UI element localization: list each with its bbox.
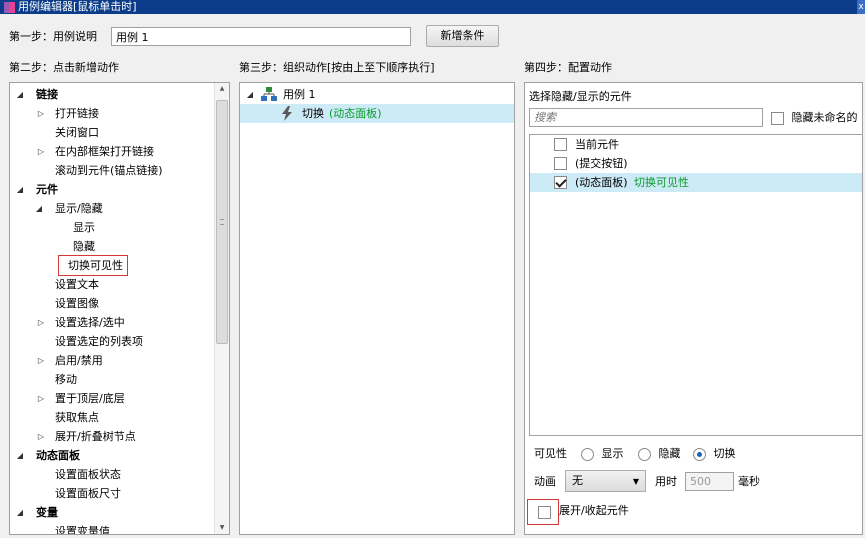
widget-checkbox[interactable] — [554, 157, 567, 170]
collapsed-arrow-icon[interactable]: ▷ — [36, 142, 46, 161]
lightning-icon — [282, 106, 292, 121]
radio-show-row[interactable]: 显示 — [581, 447, 624, 461]
tree-item-scroll-to-widget[interactable]: 滚动到元件(锚点链接) — [55, 161, 163, 180]
expand-collapse-label: 展开/收起元件 — [559, 504, 629, 517]
expanded-arrow-icon[interactable]: ◢ — [15, 180, 25, 199]
animation-value: 无 — [572, 474, 583, 487]
tree-item-set-text[interactable]: 设置文本 — [55, 275, 99, 294]
scroll-up-arrow-icon[interactable]: ▲ — [215, 83, 229, 95]
step3-heading: 第三步：组织动作[按由上至下顺序执行] — [239, 61, 435, 74]
tree-item-focus[interactable]: 获取焦点 — [55, 408, 99, 427]
step1-label: 第一步：用例说明 — [9, 30, 97, 43]
widget-checkbox[interactable] — [554, 138, 567, 151]
case-description-input[interactable] — [111, 27, 411, 46]
collapsed-arrow-icon[interactable]: ▷ — [36, 104, 46, 123]
widget-label: (动态面板) — [575, 176, 628, 189]
tree-item-move[interactable]: 移动 — [55, 370, 77, 389]
radio-toggle[interactable] — [693, 447, 706, 461]
animation-label: 动画 — [534, 475, 556, 488]
collapsed-arrow-icon[interactable]: ▷ — [36, 313, 46, 332]
window-title: 用例编辑器[鼠标单击时] — [18, 0, 137, 13]
collapsed-arrow-icon[interactable]: ▷ — [36, 427, 46, 446]
hide-unnamed-checkbox[interactable] — [771, 111, 784, 125]
animation-select[interactable]: 无 ▼ — [565, 470, 646, 492]
step4-heading: 第四步：配置动作 — [524, 61, 612, 74]
title-bar: 用例编辑器[鼠标单击时] x — [0, 0, 865, 14]
tree-item-toggle-visibility[interactable]: 切换可见性 — [58, 255, 128, 276]
duration-label: 用时 — [655, 475, 677, 488]
radio-hide-label: 隐藏 — [658, 447, 681, 460]
radio-toggle-row[interactable]: 切换 — [693, 447, 736, 461]
tree-item-hide[interactable]: 隐藏 — [73, 237, 95, 256]
select-widgets-label: 选择隐藏/显示的元件 — [529, 90, 632, 103]
tree-item-set-image[interactable]: 设置图像 — [55, 294, 99, 313]
expanded-arrow-icon[interactable]: ◢ — [245, 85, 255, 104]
tree-label: 打开链接 — [55, 107, 99, 120]
case-tree-icon — [261, 87, 277, 101]
action-target: (动态面板) — [329, 107, 382, 120]
step2-heading: 第二步：点击新增动作 — [9, 61, 119, 74]
action-tree-panel: ◢ 链接 ▷ 打开链接 关闭窗口 ▷ 在内部框架打开链接 滚动到元件(锚点链接)… — [9, 82, 230, 535]
widget-list: 当前元件 (提交按钮) (动态面板) 切换可见性 — [529, 134, 863, 436]
expanded-arrow-icon[interactable]: ◢ — [15, 503, 25, 522]
visibility-label: 可见性 — [534, 447, 567, 460]
radio-toggle-label: 切换 — [713, 447, 736, 460]
radio-show-label: 显示 — [601, 447, 624, 460]
tree-item-set-panel-state[interactable]: 设置面板状态 — [55, 465, 121, 484]
tree-label: 启用/禁用 — [55, 354, 103, 367]
hide-unnamed-checkbox-row[interactable]: 隐藏未命名的 — [771, 111, 858, 125]
add-condition-button[interactable]: 新增条件 — [426, 25, 499, 47]
tree-label: 展开/折叠树节点 — [55, 430, 136, 443]
expanded-arrow-icon[interactable]: ◢ — [15, 446, 25, 465]
tree-item-set-panel-size[interactable]: 设置面板尺寸 — [55, 484, 121, 503]
collapsed-arrow-icon[interactable]: ▷ — [36, 351, 46, 370]
app-icon — [4, 2, 15, 13]
widget-label: (提交按钮) — [575, 157, 628, 170]
collapsed-arrow-icon[interactable]: ▷ — [36, 389, 46, 408]
configure-action-panel: 选择隐藏/显示的元件 隐藏未命名的 当前元件 (提交按钮) (动态面板) 切换可… — [524, 82, 863, 535]
radio-hide[interactable] — [638, 447, 651, 461]
widget-action-note: 切换可见性 — [634, 176, 689, 189]
widget-checkbox[interactable] — [554, 176, 567, 189]
hide-unnamed-label: 隐藏未命名的 — [791, 111, 858, 124]
tree-label: 在内部框架打开链接 — [55, 145, 154, 158]
scroll-down-arrow-icon[interactable]: ▼ — [215, 522, 229, 534]
tree-scrollbar[interactable]: ▲ ▼ — [214, 83, 229, 534]
ms-label: 毫秒 — [738, 475, 760, 488]
action-node-toggle[interactable]: 切换 (动态面板) — [240, 104, 514, 123]
widget-row-current[interactable]: 当前元件 — [530, 135, 862, 154]
tree-label: 设置选择/选中 — [55, 316, 125, 329]
expand-collapse-highlight — [527, 499, 559, 525]
case-node[interactable]: ◢ 用例 1 — [240, 85, 514, 104]
tree-label: 变量 — [36, 506, 58, 519]
widget-label: 当前元件 — [575, 138, 619, 151]
radio-hide-row[interactable]: 隐藏 — [638, 447, 681, 461]
duration-input[interactable] — [685, 472, 734, 491]
radio-show[interactable] — [581, 447, 594, 461]
tree-label: 显示/隐藏 — [55, 202, 103, 215]
action-label: 切换 — [302, 107, 324, 120]
expand-collapse-checkbox[interactable] — [538, 506, 551, 519]
tree-item-set-list-item[interactable]: 设置选定的列表项 — [55, 332, 143, 351]
tree-item-set-variable[interactable]: 设置变量值 — [55, 522, 110, 534]
tree-label: 动态面板 — [36, 449, 80, 462]
dropdown-arrow-icon[interactable]: ▼ — [633, 475, 639, 489]
tree-label: 置于顶层/底层 — [55, 392, 125, 405]
tree-label: 元件 — [36, 183, 58, 196]
tree-label: 切换可见性 — [58, 255, 128, 276]
case-label: 用例 1 — [283, 88, 316, 101]
tree-item-show[interactable]: 显示 — [73, 218, 95, 237]
tree-label: 链接 — [36, 88, 58, 101]
organize-actions-panel: ◢ 用例 1 切换 (动态面板) — [239, 82, 515, 535]
widget-search-input[interactable] — [529, 108, 763, 127]
close-button[interactable]: x — [857, 0, 865, 14]
widget-row-submit-button[interactable]: (提交按钮) — [530, 154, 862, 173]
widget-row-dynamic-panel[interactable]: (动态面板) 切换可见性 — [530, 173, 862, 192]
scrollbar-thumb[interactable] — [216, 100, 228, 344]
expanded-arrow-icon[interactable]: ◢ — [34, 199, 44, 218]
tree-item-close-window[interactable]: 关闭窗口 — [55, 123, 99, 142]
expanded-arrow-icon[interactable]: ◢ — [15, 85, 25, 104]
